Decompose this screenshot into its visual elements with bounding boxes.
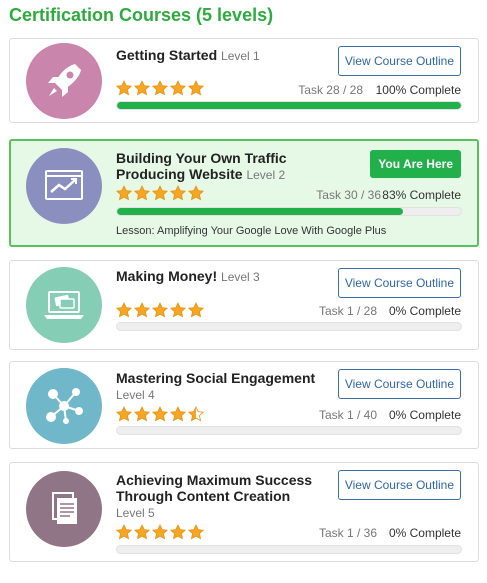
course-title: Building Your Own Traffic Producing Webs… [116,150,287,182]
page-title: Certification Courses (5 levels) [9,5,274,25]
star-icon [134,406,150,422]
task-count: Task 1 / 40 [318,408,377,422]
progress-bar [116,207,462,216]
growth-chart-icon [26,148,102,224]
rating-stars [116,80,204,96]
progress-bar [116,101,462,110]
task-count: Task 1 / 28 [318,304,377,318]
percent-complete: 83% Complete [382,188,461,202]
course-card-content-creation: Achieving Maximum Success Through Conten… [9,462,479,562]
star-icon [170,185,186,201]
laptop-payment-icon [26,267,102,343]
view-course-outline-button[interactable]: View Course Outline [337,46,461,76]
star-icon [152,80,168,96]
social-network-icon [26,368,102,444]
course-card-social-engagement: Mastering Social Engagement Level 4 View… [9,361,479,449]
progress-bar [116,322,462,331]
percent-complete: 100% Complete [375,83,461,97]
rating-stars [116,524,204,540]
course-title: Mastering Social Engagement Level 4 [116,370,316,402]
star-icon [134,524,150,540]
course-title: Making Money! Level 3 [116,268,260,284]
star-icon [188,302,204,318]
percent-complete: 0% Complete [388,408,461,422]
star-icon [170,80,186,96]
task-count: Task 1 / 36 [318,526,377,540]
progress-bar [116,426,462,435]
course-title: Getting Started Level 1 [116,47,260,63]
star-icon [116,80,132,96]
view-course-outline-button[interactable]: View Course Outline [337,268,461,298]
course-card-getting-started: Getting Started Level 1 View Course Outl… [9,38,479,123]
star-icon [152,406,168,422]
rocket-icon [26,43,102,119]
star-icon [188,80,204,96]
star-icon [152,302,168,318]
rating-stars [116,406,204,422]
you-are-here-badge: You Are Here [370,150,461,178]
star-icon [134,185,150,201]
star-icon [170,524,186,540]
task-count: Task 28 / 28 [298,83,363,97]
percent-complete: 0% Complete [388,304,461,318]
documents-icon [26,471,102,547]
star-icon [116,185,132,201]
star-icon [170,302,186,318]
star-icon [188,524,204,540]
current-lesson[interactable]: Lesson: Amplifying Your Google Love With… [116,225,386,237]
star-icon [134,302,150,318]
star-icon [116,524,132,540]
course-card-traffic-website: Building Your Own Traffic Producing Webs… [9,139,479,247]
star-icon [152,185,168,201]
star-icon [152,524,168,540]
star-icon [170,406,186,422]
star-icon [188,185,204,201]
rating-stars [116,185,204,201]
task-count: Task 30 / 36 [316,188,381,202]
percent-complete: 0% Complete [388,526,461,540]
star-icon [116,406,132,422]
view-course-outline-button[interactable]: View Course Outline [337,369,461,399]
progress-bar [116,545,462,554]
star-icon [134,80,150,96]
course-title: Achieving Maximum Success Through Conten… [116,472,313,520]
course-card-making-money: Making Money! Level 3 View Course Outlin… [9,260,479,350]
view-course-outline-button[interactable]: View Course Outline [337,470,461,500]
rating-stars [116,302,204,318]
star-icon [188,406,204,422]
star-icon [116,302,132,318]
